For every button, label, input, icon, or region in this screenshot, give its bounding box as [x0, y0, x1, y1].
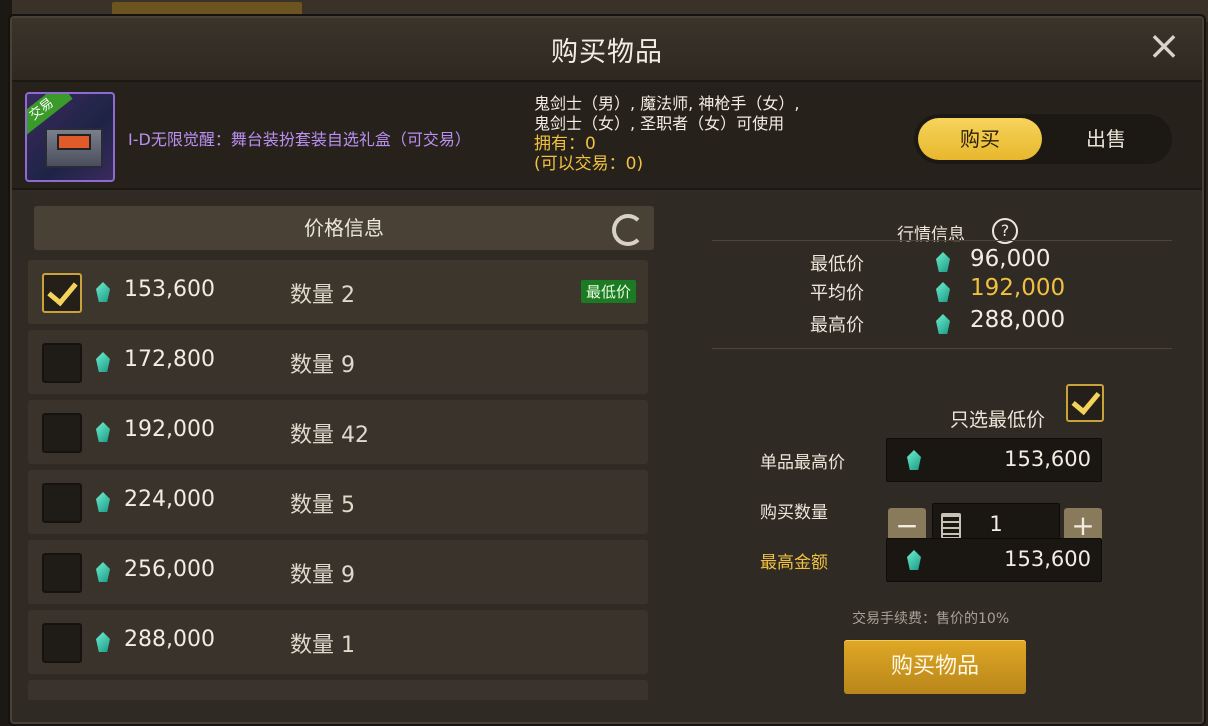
price-row[interactable]: 153,600 数量 2 最低价 — [28, 260, 648, 324]
price-row[interactable]: 172,800 数量 9 — [28, 330, 648, 394]
price-row-price: 172,800 — [124, 347, 215, 372]
market-info-title: 行情信息 — [897, 225, 965, 245]
max-unit-price-value: 153,600 — [1004, 447, 1091, 471]
item-classes-line2: 鬼剑士（女）, 圣职者（女）可使用 — [534, 114, 785, 133]
currency-gem-icon — [96, 422, 110, 442]
price-row-quantity: 数量 5 — [290, 493, 355, 518]
item-classes-line1: 鬼剑士（男）, 魔法师, 神枪手（女）, — [534, 94, 800, 113]
max-total-label: 最高金额 — [760, 553, 828, 573]
price-row[interactable]: 256,000 数量 9 — [28, 540, 648, 604]
item-details: 鬼剑士（男）, 魔法师, 神枪手（女）, 鬼剑士（女）, 圣职者（女）可使用 拥… — [534, 94, 799, 174]
lowest-price-badge: 最低价 — [580, 280, 636, 303]
only-lowest-checkbox[interactable] — [1066, 384, 1104, 422]
dialog-header: 购买物品 × — [12, 18, 1202, 82]
max-total-field[interactable]: 153,600 — [886, 538, 1102, 582]
gift-box-lid — [57, 134, 91, 150]
price-row-checkbox[interactable] — [42, 553, 82, 593]
currency-gem-icon — [936, 252, 950, 272]
sell-tab[interactable]: 出售 — [1044, 118, 1168, 160]
price-row-price: 224,000 — [124, 487, 215, 512]
currency-gem-icon — [96, 632, 110, 652]
price-row-quantity: 数量 42 — [290, 423, 369, 448]
only-lowest-label: 只选最低价 — [950, 409, 1046, 431]
max-unit-price-field[interactable]: 153,600 — [886, 438, 1102, 482]
quantity-value: 1 — [989, 512, 1003, 536]
currency-gem-icon — [96, 352, 110, 372]
price-info-header: 价格信息 — [34, 206, 654, 250]
currency-gem-icon — [936, 282, 950, 302]
price-row-price: 288,000 — [124, 627, 215, 652]
currency-gem-icon — [96, 562, 110, 582]
price-row-quantity: 数量 9 — [290, 563, 355, 588]
price-row-checkbox[interactable] — [42, 273, 82, 313]
buy-tab[interactable]: 购买 — [918, 118, 1042, 160]
price-row-partial[interactable] — [28, 680, 648, 700]
price-row-checkbox[interactable] — [42, 623, 82, 663]
max-total-value: 153,600 — [1004, 547, 1091, 571]
owned-count: 拥有：0 — [534, 134, 596, 154]
price-row-checkbox[interactable] — [42, 413, 82, 453]
quantity-label: 购买数量 — [760, 503, 828, 523]
currency-gem-icon — [96, 282, 110, 302]
price-list: 153,600 数量 2 最低价 172,800 数量 9 192,000 数量 42 224… — [28, 260, 648, 700]
price-row[interactable]: 288,000 数量 1 — [28, 610, 648, 674]
market-divider-top — [712, 240, 1172, 241]
price-row-price: 256,000 — [124, 557, 215, 582]
market-average-value: 192,000 — [970, 275, 1066, 301]
currency-gem-icon — [907, 550, 921, 570]
price-row[interactable]: 192,000 数量 42 — [28, 400, 648, 464]
item-icon: 交易 — [25, 92, 115, 182]
fee-note: 交易手续费：售价的10% — [852, 611, 1010, 627]
refresh-icon[interactable] — [612, 214, 644, 246]
price-row[interactable]: 224,000 数量 5 — [28, 470, 648, 534]
market-highest-label: 最高价 — [810, 315, 864, 336]
price-row-quantity: 数量 9 — [290, 353, 355, 378]
buy-item-button[interactable]: 购买物品 — [844, 640, 1026, 694]
price-row-price: 153,600 — [124, 277, 215, 302]
market-divider-bottom — [712, 348, 1172, 349]
price-row-quantity: 数量 2 — [290, 283, 355, 308]
market-highest-value: 288,000 — [970, 307, 1066, 333]
tradable-count: (可以交易：0) — [534, 154, 644, 174]
item-info-bar: 交易 I-D无限觉醒：舞台装扮套装自选礼盒（可交易） 鬼剑士（男）, 魔法师, … — [12, 82, 1202, 190]
buy-item-dialog: 购买物品 × 交易 I-D无限觉醒：舞台装扮套装自选礼盒（可交易） 鬼剑士（男）… — [10, 16, 1204, 724]
max-unit-price-label: 单品最高价 — [760, 453, 845, 473]
close-button[interactable]: × — [1144, 26, 1184, 68]
market-lowest-value: 96,000 — [970, 246, 1051, 272]
price-row-checkbox[interactable] — [42, 343, 82, 383]
price-row-quantity: 数量 1 — [290, 633, 355, 658]
price-row-price: 192,000 — [124, 417, 215, 442]
price-row-checkbox[interactable] — [42, 483, 82, 523]
market-lowest-label: 最低价 — [810, 254, 864, 275]
dialog-title: 购买物品 — [551, 37, 663, 68]
currency-gem-icon — [936, 314, 950, 334]
item-name: I-D无限觉醒：舞台装扮套装自选礼盒（可交易） — [128, 130, 471, 149]
buy-sell-toggle: 购买 出售 — [914, 114, 1172, 164]
currency-gem-icon — [907, 450, 921, 470]
currency-gem-icon — [96, 492, 110, 512]
price-info-title: 价格信息 — [304, 216, 384, 240]
market-average-label: 平均价 — [810, 283, 864, 304]
